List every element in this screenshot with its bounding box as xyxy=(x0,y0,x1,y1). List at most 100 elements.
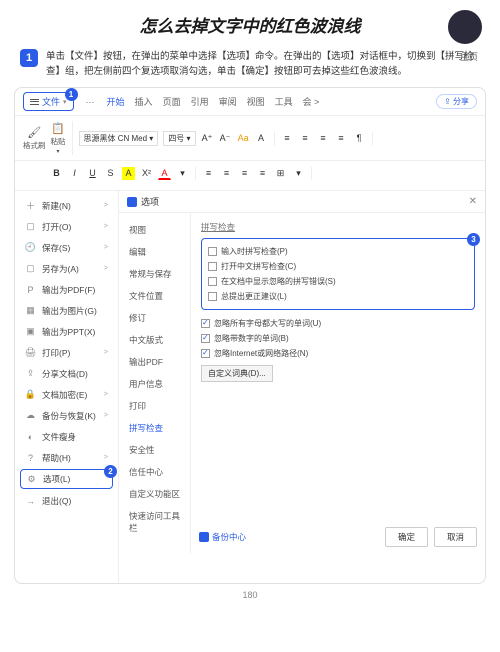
filemenu-item-6[interactable]: ▣输出为PPT(X) xyxy=(15,321,118,342)
dlg-nav-8[interactable]: 打印 xyxy=(119,395,190,417)
checkbox-row[interactable]: 忽略Internet或网络路径(N) xyxy=(201,346,475,361)
dlg-nav-1[interactable]: 编辑 xyxy=(119,241,190,263)
share-button[interactable]: ⇪ 分享 xyxy=(436,94,477,109)
dlg-nav-12[interactable]: 自定义功能区 xyxy=(119,483,190,505)
filemenu-item-5[interactable]: ▦输出为图片(G) xyxy=(15,300,118,321)
fm-icon: ⚙ xyxy=(26,474,37,485)
filemenu-item-8[interactable]: ⇪分享文档(D) xyxy=(15,363,118,384)
checkbox[interactable] xyxy=(208,292,217,301)
list-bullet[interactable]: ≡ xyxy=(281,132,294,145)
dlg-nav-11[interactable]: 信任中心 xyxy=(119,461,190,483)
fm-icon: ▣ xyxy=(25,326,36,337)
dlg-nav-6[interactable]: 输出PDF xyxy=(119,351,190,373)
filemenu-item-1[interactable]: ▢打开(O)> xyxy=(15,216,118,237)
font-select[interactable]: 思源黑体 CN Med ▾ xyxy=(79,131,159,146)
checkbox[interactable] xyxy=(201,349,210,358)
tab-3[interactable]: 引用 xyxy=(191,97,209,107)
filemenu-item-9[interactable]: 🔒文档加密(E)> xyxy=(15,384,118,405)
filemenu-item-14[interactable]: →退出(Q) xyxy=(15,490,118,511)
tab-4[interactable]: 审阅 xyxy=(219,97,237,107)
font-color[interactable]: A xyxy=(158,167,171,180)
dlg-nav-5[interactable]: 中文版式 xyxy=(119,329,190,351)
dlg-nav-13[interactable]: 快速访问工具栏 xyxy=(119,505,190,539)
file-menu-button[interactable]: 文件 ▾ 1 xyxy=(23,92,74,111)
section-title: 拼写检查 xyxy=(201,221,475,233)
paste-button[interactable]: 📋粘贴▾ xyxy=(51,121,66,155)
dlg-nav-0[interactable]: 视图 xyxy=(119,219,190,241)
checkbox[interactable] xyxy=(208,262,217,271)
borders[interactable]: ⊞ xyxy=(274,167,287,180)
tab-more[interactable]: ··· xyxy=(86,97,95,107)
dlg-nav-10[interactable]: 安全性 xyxy=(119,439,190,461)
checkbox[interactable] xyxy=(208,277,217,286)
backup-center-link[interactable]: 备份中心 xyxy=(199,531,246,543)
filemenu-item-0[interactable]: ＋新建(N)> xyxy=(15,195,118,216)
checkbox[interactable] xyxy=(201,334,210,343)
homepage-link[interactable]: 主页 xyxy=(460,50,478,63)
filemenu-item-3[interactable]: ▢另存为(A)> xyxy=(15,258,118,279)
filemenu-item-10[interactable]: ☁备份与恢复(K)> xyxy=(15,405,118,426)
italic[interactable]: I xyxy=(68,167,81,180)
page-number: 180 xyxy=(0,590,500,600)
decrease-font[interactable]: A⁻ xyxy=(219,132,232,145)
format-brush-button[interactable]: 🖌格式刷 xyxy=(23,125,46,151)
align-justify[interactable]: ≡ xyxy=(256,167,269,180)
file-menu-panel: ＋新建(N)>▢打开(O)>🕘保存(S)>▢另存为(A)>P输出为PDF(F)▦… xyxy=(15,191,119,583)
dlg-nav-4[interactable]: 修订 xyxy=(119,307,190,329)
checkbox-row[interactable]: 打开中文拼写检查(C) xyxy=(208,259,468,274)
checkbox[interactable] xyxy=(208,247,217,256)
bold[interactable]: B xyxy=(50,167,63,180)
line-space[interactable]: ¶ xyxy=(353,132,366,145)
dlg-nav-2[interactable]: 常规与保存 xyxy=(119,263,190,285)
strike[interactable]: S xyxy=(104,167,117,180)
tab-1[interactable]: 插入 xyxy=(135,97,153,107)
checkbox-row[interactable]: 在文档中显示忽略的拼写错误(S) xyxy=(208,274,468,289)
ok-button[interactable]: 确定 xyxy=(385,527,428,547)
filemenu-item-11[interactable]: ◐文件瘦身 xyxy=(15,426,118,447)
tab-7[interactable]: 会 > xyxy=(303,97,320,107)
fm-icon: → xyxy=(25,495,36,506)
indent-inc[interactable]: ≡ xyxy=(335,132,348,145)
tab-bar: 文件 ▾ 1 ··· 开始插入页面引用审阅视图工具会 > ⇪ 分享 xyxy=(15,88,485,116)
close-icon[interactable]: ✕ xyxy=(469,196,477,207)
superscript[interactable]: X² xyxy=(140,167,153,180)
checkbox-row[interactable]: 输入时拼写检查(P) xyxy=(208,244,468,259)
filemenu-item-7[interactable]: 🖨打印(P)> xyxy=(15,342,118,363)
step-number: 1 xyxy=(20,49,38,67)
checkbox-row[interactable]: 忽略带数字的单词(B) xyxy=(201,331,475,346)
filemenu-item-2[interactable]: 🕘保存(S)> xyxy=(15,237,118,258)
list-number[interactable]: ≡ xyxy=(299,132,312,145)
tab-5[interactable]: 视图 xyxy=(247,97,265,107)
tab-2[interactable]: 页面 xyxy=(163,97,181,107)
highlight[interactable]: A xyxy=(122,167,135,180)
checkbox[interactable] xyxy=(201,319,210,328)
filemenu-item-4[interactable]: P输出为PDF(F) xyxy=(15,279,118,300)
align-center[interactable]: ≡ xyxy=(220,167,233,180)
filemenu-item-12[interactable]: ?帮助(H)> xyxy=(15,447,118,468)
fm-icon: ? xyxy=(25,452,36,463)
app-window: 文件 ▾ 1 ··· 开始插入页面引用审阅视图工具会 > ⇪ 分享 🖌格式刷 📋… xyxy=(14,87,486,584)
fm-icon: ◐ xyxy=(25,431,36,442)
dlg-nav-9[interactable]: 拼写检查 xyxy=(119,417,190,439)
dlg-nav-7[interactable]: 用户信息 xyxy=(119,373,190,395)
fm-icon: 🖨 xyxy=(25,347,36,358)
font-icon[interactable]: A xyxy=(255,132,268,145)
align-right[interactable]: ≡ xyxy=(238,167,251,180)
tab-0[interactable]: 开始 xyxy=(107,97,125,107)
dialog-title: 选项 xyxy=(141,195,159,208)
align-left[interactable]: ≡ xyxy=(202,167,215,180)
shading[interactable]: ▾ xyxy=(292,167,305,180)
increase-font[interactable]: A⁺ xyxy=(201,132,214,145)
clear-format[interactable]: Aa xyxy=(237,132,250,145)
more-font[interactable]: ▾ xyxy=(176,167,189,180)
indent-dec[interactable]: ≡ xyxy=(317,132,330,145)
size-select[interactable]: 四号 ▾ xyxy=(163,131,195,146)
cancel-button[interactable]: 取消 xyxy=(434,527,477,547)
underline[interactable]: U xyxy=(86,167,99,180)
tab-6[interactable]: 工具 xyxy=(275,97,293,107)
dlg-nav-3[interactable]: 文件位置 xyxy=(119,285,190,307)
filemenu-item-13[interactable]: ⚙选项(L)2 xyxy=(20,469,113,489)
custom-dict-button[interactable]: 自定义词典(D)... xyxy=(201,365,273,382)
checkbox-row[interactable]: 总提出更正建议(L) xyxy=(208,289,468,304)
checkbox-row[interactable]: 忽略所有字母都大写的单词(U) xyxy=(201,316,475,331)
